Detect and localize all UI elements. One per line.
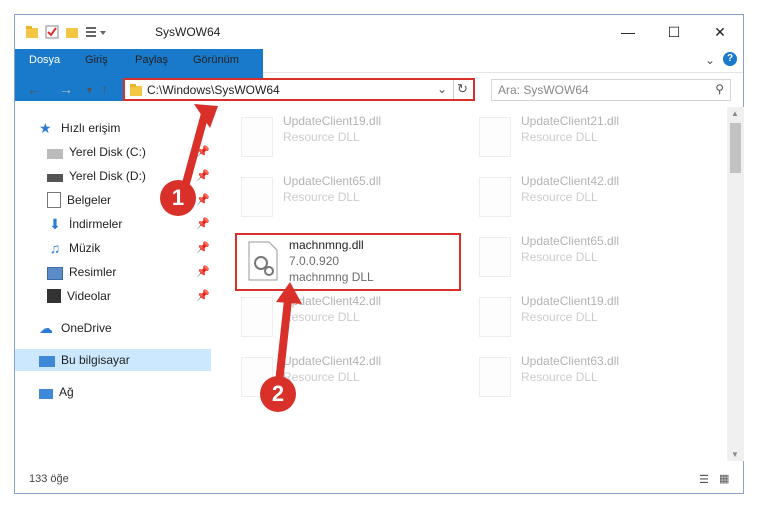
annotation-arrows [178, 104, 302, 393]
step-1-badge: 1 [160, 180, 196, 216]
arrow-2-head [276, 282, 302, 304]
step-2-badge: 2 [260, 376, 296, 412]
